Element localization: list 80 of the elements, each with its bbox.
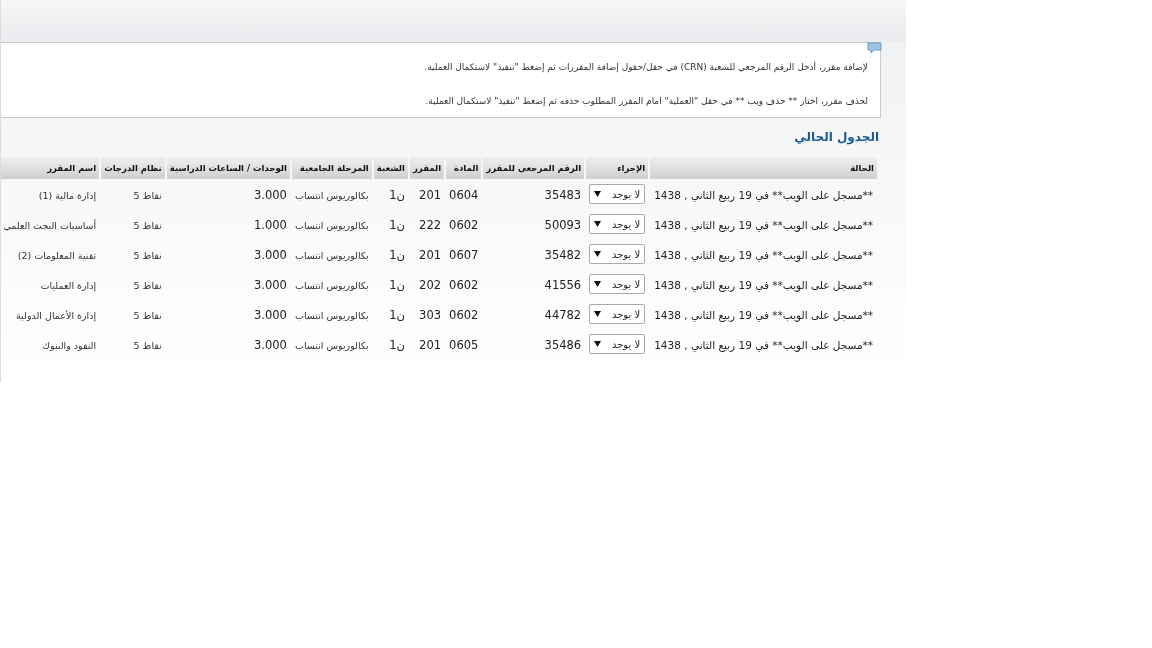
column-header: المرحلة الجامعية bbox=[291, 157, 372, 179]
column-header: الشعبة bbox=[373, 157, 408, 179]
table-cell: النقود والبنوك bbox=[42, 340, 97, 351]
status-text: **مسجل على الويب** في 19 ربيع الثاني , 1438 bbox=[654, 279, 873, 291]
table-cell: نقاط 5 bbox=[133, 250, 162, 261]
table-cell: بكالوريوس انتساب bbox=[294, 340, 369, 351]
table-cell: ن1 bbox=[389, 248, 405, 262]
dropdown-arrow-icon bbox=[594, 311, 602, 317]
column-header: الوحدات / الساعات الدراسية bbox=[166, 157, 290, 179]
dropdown-arrow-icon bbox=[594, 191, 602, 197]
table-cell: بكالوريوس انتساب bbox=[294, 220, 369, 231]
column-header: اسم المقرر bbox=[1, 157, 100, 179]
table-cell: بكالوريوس انتساب bbox=[294, 280, 369, 291]
table-cell: 0602 bbox=[449, 308, 479, 322]
table-cell: 201 bbox=[419, 338, 442, 352]
action-dropdown[interactable]: لا يوجد bbox=[589, 184, 646, 204]
table-cell: 3.000 bbox=[254, 308, 287, 322]
table-cell: 35483 bbox=[544, 188, 582, 202]
column-header: المادة bbox=[446, 157, 482, 179]
table-cell: ن1 bbox=[389, 218, 405, 232]
status-text: **مسجل على الويب** في 19 ربيع الثاني , 1438 bbox=[654, 309, 873, 321]
table-cell: 0607 bbox=[449, 248, 479, 262]
column-header: نظام الدرجات bbox=[101, 157, 165, 179]
status-text: **مسجل على الويب** في 19 ربيع الثاني , 1438 bbox=[654, 219, 873, 231]
table-cell: 1.000 bbox=[254, 218, 287, 232]
table-cell: نقاط 5 bbox=[133, 340, 162, 351]
column-header: المقرر bbox=[409, 157, 445, 179]
table-cell: 44782 bbox=[544, 308, 582, 322]
table-cell: نقاط 5 bbox=[133, 220, 162, 231]
table-cell: 3.000 bbox=[254, 248, 287, 262]
action-dropdown[interactable]: لا يوجد bbox=[589, 334, 646, 354]
comment-icon bbox=[867, 42, 882, 54]
action-dropdown[interactable]: لا يوجد bbox=[589, 274, 646, 294]
table-cell: تقنية المعلومات (2) bbox=[17, 250, 97, 261]
dropdown-arrow-icon bbox=[594, 251, 602, 257]
table-cell: 35486 bbox=[544, 338, 582, 352]
table-cell: نقاط 5 bbox=[133, 310, 162, 321]
table-cell: 0602 bbox=[449, 278, 479, 292]
column-header: الحالة bbox=[650, 157, 877, 179]
section-title: الجدول الحالي bbox=[793, 129, 879, 146]
table-cell: 50093 bbox=[544, 218, 582, 232]
table-cell: نقاط 5 bbox=[133, 280, 162, 291]
action-dropdown[interactable]: لا يوجد bbox=[589, 214, 646, 234]
table-cell: 41556 bbox=[544, 278, 582, 292]
table-cell: 0605 bbox=[449, 338, 479, 352]
table-cell: 3.000 bbox=[254, 338, 287, 352]
table-cell: أساسيات البحث العلمي bbox=[3, 220, 97, 231]
table-cell: ن1 bbox=[389, 188, 405, 202]
table-cell: 0602 bbox=[449, 218, 479, 232]
table-cell: ن1 bbox=[389, 338, 405, 352]
table-cell: 3.000 bbox=[254, 278, 287, 292]
table-cell: إدارة الأعمال الدولية bbox=[16, 310, 97, 321]
dropdown-arrow-icon bbox=[594, 221, 602, 227]
dropdown-arrow-icon bbox=[594, 341, 602, 347]
dropdown-arrow-icon bbox=[594, 281, 602, 287]
instruction-text: لإضافة مقرر، أدخل الرقم المرجعي للشعبة (CRN) في حقل/حقول إضافة المقررات ثم إضغط "تنفيذ" لاستكمال العملية. bbox=[423, 61, 868, 75]
status-text: **مسجل على الويب** في 19 ربيع الثاني , 1438 bbox=[654, 249, 873, 261]
table-cell: 0604 bbox=[449, 188, 479, 202]
table-cell: 201 bbox=[419, 188, 442, 202]
table-cell: 3.000 bbox=[254, 188, 287, 202]
action-dropdown[interactable]: لا يوجد bbox=[589, 304, 646, 324]
table-cell: 35482 bbox=[544, 248, 582, 262]
column-header: الإجراء bbox=[586, 157, 649, 179]
table-cell: ن1 bbox=[389, 278, 405, 292]
table-cell: 222 bbox=[419, 218, 442, 232]
status-text: **مسجل على الويب** في 19 ربيع الثاني , 1438 bbox=[654, 339, 873, 351]
table-cell: 202 bbox=[419, 278, 442, 292]
table-cell: 201 bbox=[419, 248, 442, 262]
instruction-text: لحذف مقرر، اختار ** حذف ويب ** في حقل "العملية" امام المقرر المطلوب حذفه ثم إضغط "تنفيذ" لاستكمال العملية. bbox=[424, 94, 868, 108]
table-cell: إدارة العمليات bbox=[40, 280, 97, 291]
table-cell: بكالوريوس انتساب bbox=[294, 250, 369, 261]
column-header: الرقم المرجعي للمقرر bbox=[483, 157, 585, 179]
table-cell: إدارة مالية (1) bbox=[38, 190, 97, 201]
action-dropdown[interactable]: لا يوجد bbox=[589, 244, 646, 264]
table-cell: 303 bbox=[419, 308, 442, 322]
table-cell: نقاط 5 bbox=[133, 190, 162, 201]
table-cell: ن1 bbox=[389, 308, 405, 322]
table-cell: بكالوريوس انتساب bbox=[294, 310, 369, 321]
table-cell: بكالوريوس انتساب bbox=[294, 190, 369, 201]
status-text: **مسجل على الويب** في 19 ربيع الثاني , 1438 bbox=[654, 189, 873, 201]
